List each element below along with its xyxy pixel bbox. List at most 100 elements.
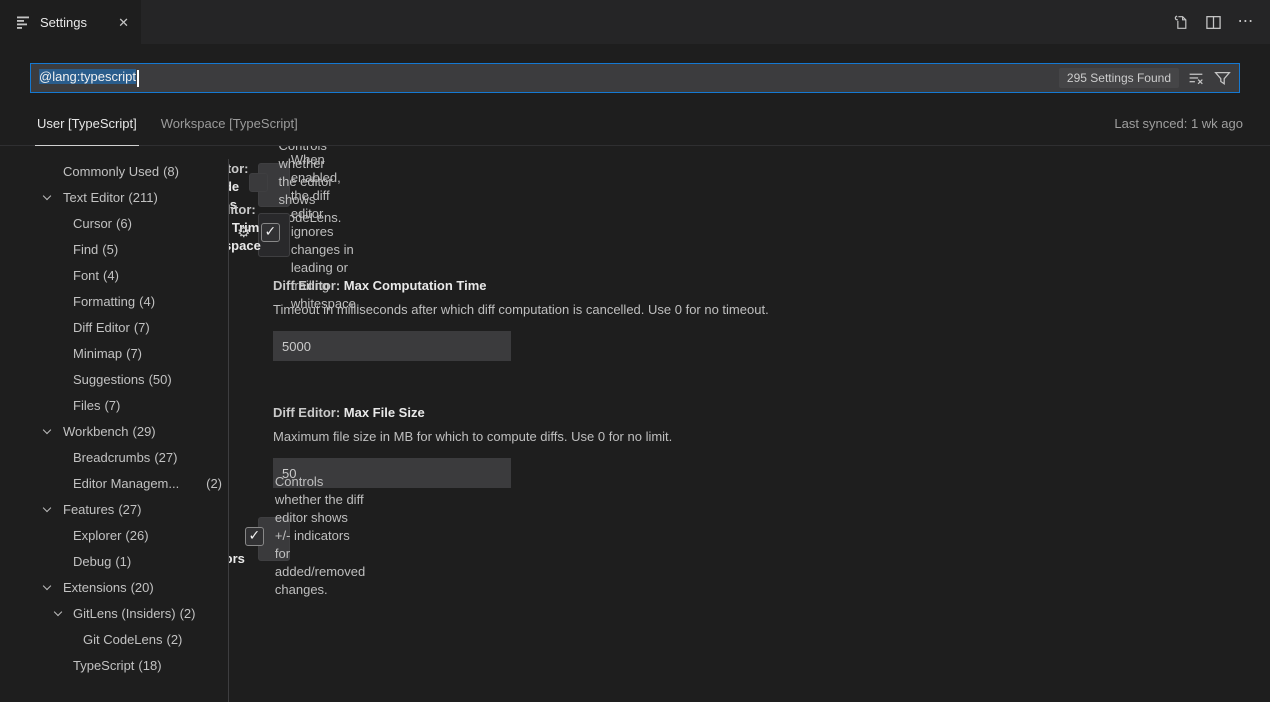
toc-item[interactable]: GitLens (Insiders) (2)	[0, 600, 228, 626]
toc-item-count: (8)	[163, 164, 179, 179]
chevron-down-icon	[43, 504, 51, 512]
toc-item[interactable]: Find (5)	[0, 236, 228, 262]
toc-item[interactable]: Breadcrumbs(27)	[0, 444, 228, 470]
gear-icon[interactable]: ⚙	[237, 225, 250, 240]
setting-category: Diff Editor:	[229, 202, 256, 217]
toc-item-label: Cursor	[73, 216, 112, 231]
toc-item-label: Debug	[73, 554, 111, 569]
setting-checkbox[interactable]: ✓	[261, 223, 280, 242]
toc-item-label: Extensions	[63, 580, 127, 595]
toc-item-label: TypeScript	[73, 658, 134, 673]
toc-item-count: (20)	[131, 580, 154, 595]
toc-item[interactable]: Git CodeLens(2)	[0, 626, 228, 652]
more-actions-icon[interactable]: ⋯	[1237, 13, 1255, 31]
toc-item-count: (5)	[102, 242, 118, 257]
toc-item[interactable]: Debug (1)	[0, 548, 228, 574]
setting-checkbox[interactable]: ✓	[245, 527, 264, 546]
open-settings-json-icon[interactable]	[1171, 13, 1189, 31]
close-icon[interactable]: ✕	[118, 16, 129, 29]
setting-row: Diff Editor: Render Indicators✓Controls …	[258, 517, 290, 561]
toc-item-label: Minimap	[73, 346, 122, 361]
toc-item-count: (1)	[115, 554, 131, 569]
tab-title: Settings	[40, 15, 87, 30]
toc-item[interactable]: Extensions (20)	[0, 574, 228, 600]
setting-category: Diff Editor:	[273, 405, 344, 420]
toc-item-count: (6)	[116, 216, 132, 231]
toc-item-count: (4)	[139, 294, 155, 309]
toc-item-count: (2)	[180, 606, 196, 621]
toc-item-count: (7)	[126, 346, 142, 361]
toc-item-count: (26)	[125, 528, 148, 543]
checkmark-icon: ✓	[264, 225, 276, 239]
setting-row: Diff Editor: Max Computation Time Timeout…	[258, 263, 1270, 390]
settings-editor-icon	[17, 15, 31, 29]
setting-number-input[interactable]	[273, 331, 511, 361]
setting-title: Diff Editor: Render Indicators	[229, 496, 245, 568]
toc-item[interactable]: Text Editor (211)	[0, 184, 228, 210]
scope-tabs: User [TypeScript] Workspace [TypeScript]	[35, 116, 320, 145]
toc-item[interactable]: Suggestions (50)	[0, 366, 228, 392]
toc-item-label: GitLens (Insiders)	[73, 606, 176, 621]
settings-list: Diff Editor: Code LensControls whether t…	[229, 146, 1270, 702]
tab-settings[interactable]: Settings ✕	[0, 0, 141, 44]
toc-item[interactable]: TypeScript(18)	[0, 652, 228, 678]
toc-item-label: Text Editor	[63, 190, 124, 205]
chevron-down-icon	[54, 608, 62, 616]
toc-item[interactable]: Explorer (26)	[0, 522, 228, 548]
split-editor-icon[interactable]	[1204, 13, 1222, 31]
toc-item[interactable]: Commonly Used (8)	[0, 158, 228, 184]
settings-count-badge: 295 Settings Found	[1059, 68, 1179, 88]
toc-item-count: (7)	[104, 398, 120, 413]
scope-tab[interactable]: Workspace [TypeScript]	[159, 116, 300, 145]
toc-item-count: (7)	[134, 320, 150, 335]
checkmark-icon: ✓	[249, 529, 261, 543]
toc-item[interactable]: Workbench(29)	[0, 418, 228, 444]
clear-search-filters-icon[interactable]	[1187, 69, 1205, 87]
setting-name: Render Indicators	[229, 533, 245, 566]
chevron-down-icon	[43, 582, 51, 590]
vscode-settings-editor: Settings ✕ ⋯	[0, 0, 1270, 702]
text-caret	[137, 70, 139, 87]
toc-item[interactable]: Files (7)	[0, 392, 228, 418]
toc-item-label: Suggestions	[73, 372, 145, 387]
editor-tab-bar: Settings ✕ ⋯	[0, 0, 1270, 44]
filter-icon[interactable]	[1213, 69, 1231, 87]
toc-item[interactable]: Editor Managem... (2)	[0, 470, 228, 496]
scope-tabs-row: User [TypeScript]Workspace [TypeScript] …	[0, 93, 1270, 146]
setting-row: Diff Editor: Max File Size Maximum file s…	[258, 390, 1270, 517]
toc-item-count: (211)	[128, 190, 157, 205]
toc-item-label: Editor Managem...	[73, 476, 179, 491]
toc-item-label: Workbench	[63, 424, 129, 439]
toc-item-count: (27)	[118, 502, 141, 517]
toc-item-label: Commonly Used	[63, 164, 159, 179]
setting-name: Max Computation Time	[344, 278, 487, 293]
toc-item-count: (2)	[206, 476, 222, 491]
settings-search-input[interactable]: @lang:typescript 295 Settings Found	[30, 63, 1240, 93]
setting-description: Maximum file size in MB for which to com…	[273, 428, 1255, 446]
last-synced-label: Last synced: 1 wk ago	[1114, 116, 1243, 145]
setting-category: Diff Editor:	[273, 278, 344, 293]
toc-item[interactable]: Minimap (7)	[0, 340, 228, 366]
toc-item[interactable]: Cursor (6)	[0, 210, 228, 236]
chevron-down-icon	[43, 426, 51, 434]
setting-category: Diff Editor:	[229, 146, 249, 176]
toc-item-label: Find	[73, 242, 98, 257]
scope-tab[interactable]: User [TypeScript]	[35, 116, 139, 146]
toc-item[interactable]: Diff Editor (7)	[0, 314, 228, 340]
setting-description: Timeout in milliseconds after which diff…	[273, 301, 1255, 319]
settings-toc: Commonly Used (8) Text Editor (211) Cursor (6…	[0, 146, 228, 702]
toc-item[interactable]: Font(4)	[0, 262, 228, 288]
toc-item-label: Files	[73, 398, 100, 413]
toc-item-label: Formatting	[73, 294, 135, 309]
setting-name: Max File Size	[344, 405, 425, 420]
toc-item-count: (2)	[167, 632, 183, 647]
setting-control-line: ✓Controls whether the diff editor shows …	[245, 473, 365, 599]
toc-item-count: (50)	[149, 372, 172, 387]
toc-item[interactable]: Features(27)	[0, 496, 228, 522]
setting-title: Diff Editor: Max Computation Time	[273, 277, 1255, 295]
toc-item[interactable]: Formatting (4)	[0, 288, 228, 314]
toc-item-label: Diff Editor	[73, 320, 130, 335]
setting-title: Diff Editor: Max File Size	[273, 404, 1255, 422]
search-text: @lang:typescript	[39, 69, 139, 86]
toc-item-label: Explorer	[73, 528, 121, 543]
